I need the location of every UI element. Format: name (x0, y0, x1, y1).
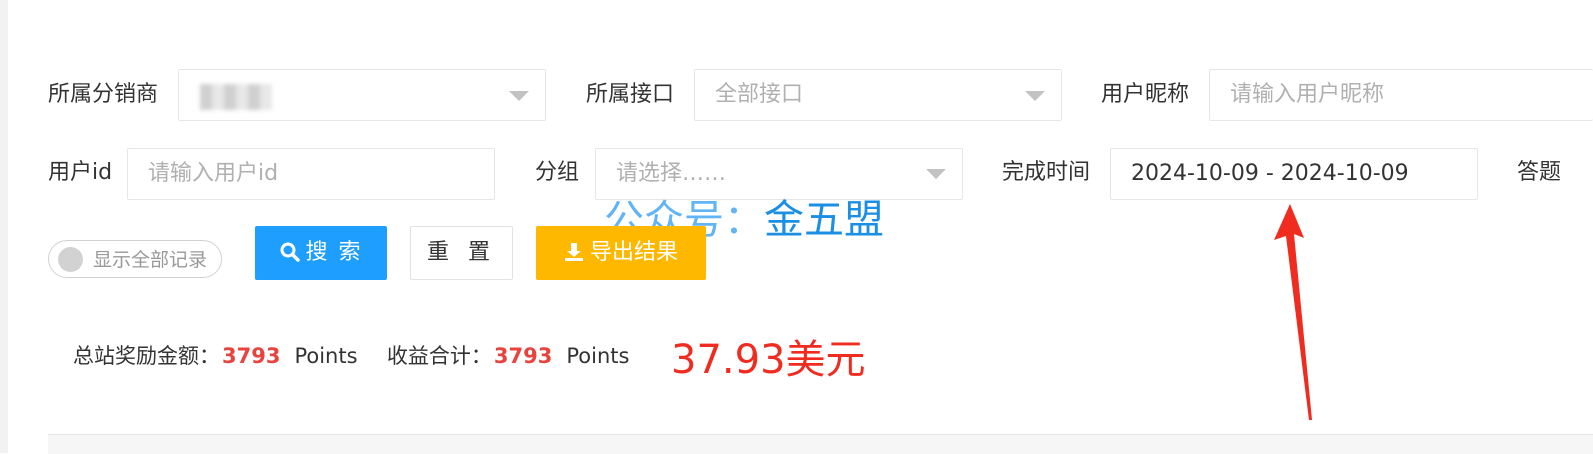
interface-select[interactable]: 全部接口 (694, 69, 1062, 121)
answer-label: 答题 (1517, 160, 1562, 185)
nickname-placeholder: 请输入用户昵称 (1230, 82, 1385, 107)
redacted-distributor-name (200, 84, 272, 110)
interface-value: 全部接口 (715, 82, 804, 107)
total-reward-unit: Points (294, 344, 358, 368)
interface-chevron-down-icon (1025, 91, 1045, 101)
usd-annotation: 37.93美元 (671, 337, 866, 383)
nickname-label: 用户昵称 (1101, 82, 1190, 107)
finish-time-range-input[interactable]: 2024-10-09 - 2024-10-09 (1110, 148, 1478, 200)
income-value: 3793 (493, 344, 553, 368)
finish-time-value: 2024-10-09 - 2024-10-09 (1131, 161, 1409, 186)
income-label: 收益合计： (386, 344, 492, 368)
show-all-records-toggle[interactable]: 显示全部记录 (48, 240, 222, 278)
search-button-label: 搜 索 (305, 240, 363, 265)
page-left-edge (0, 0, 8, 453)
user-id-input[interactable]: 请输入用户id (127, 148, 495, 200)
results-table-header (48, 434, 1593, 454)
distributor-label: 所属分销商 (48, 82, 159, 107)
search-button[interactable]: 搜 索 (255, 226, 387, 280)
reset-button-label: 重 置 (427, 240, 496, 265)
red-arrow-annotation-icon (1274, 204, 1312, 420)
group-chevron-down-icon (926, 169, 946, 179)
finish-time-label: 完成时间 (1002, 160, 1091, 185)
user-id-label: 用户id (48, 160, 113, 185)
total-reward-value: 3793 (222, 344, 281, 368)
group-label: 分组 (535, 160, 580, 185)
group-select[interactable]: 请选择…… (595, 148, 963, 200)
income-unit: Points (566, 344, 630, 368)
reset-button[interactable]: 重 置 (410, 226, 513, 280)
nickname-input[interactable]: 请输入用户昵称 (1209, 69, 1593, 121)
download-icon (564, 243, 583, 261)
user-id-placeholder: 请输入用户id (148, 161, 279, 186)
toggle-knob (58, 247, 83, 272)
export-button-label: 导出结果 (589, 240, 678, 265)
search-icon (280, 242, 300, 262)
interface-label: 所属接口 (586, 82, 675, 107)
export-button[interactable]: 导出结果 (536, 226, 706, 280)
watermark-name: 金五盟 (764, 197, 884, 243)
distributor-chevron-down-icon (509, 91, 529, 101)
summary-line: 总站奖励金额：3793 Points 收益合计：3793 Points (73, 340, 629, 372)
group-placeholder: 请选择…… (616, 161, 727, 186)
show-all-records-label: 显示全部记录 (93, 249, 208, 271)
total-reward-label: 总站奖励金额： (73, 344, 220, 368)
